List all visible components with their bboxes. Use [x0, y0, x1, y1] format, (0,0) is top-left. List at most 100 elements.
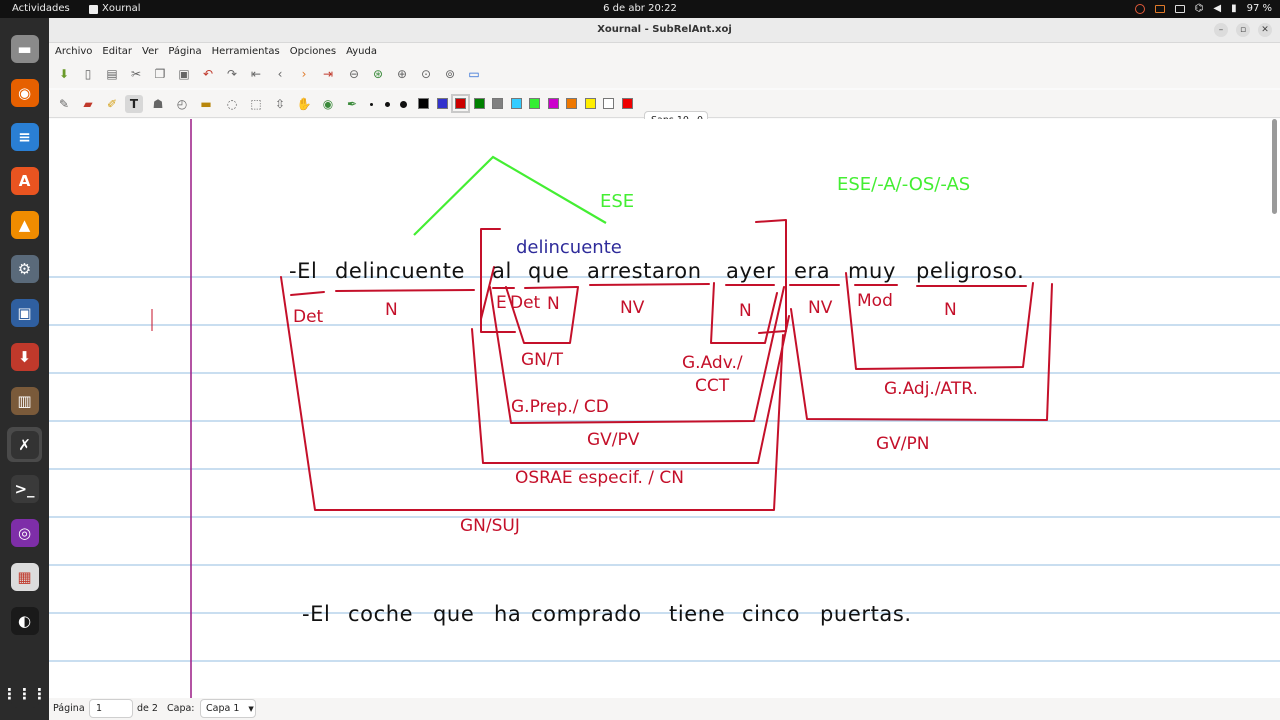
ruler-icon[interactable]: ▬ [197, 95, 215, 113]
layer-select[interactable]: Capa 1 ▼ [200, 699, 256, 718]
dock-item-podcast[interactable]: ◎ [7, 515, 42, 550]
det-label[interactable]: Det [293, 307, 324, 327]
dock-item-screenshot[interactable]: ▦ [7, 559, 42, 594]
copy-icon[interactable]: ❐ [151, 65, 169, 83]
vertical-space-icon[interactable]: ⇳ [271, 95, 289, 113]
system-tray[interactable]: ⌬ ◀ ▮ 97 % [1134, 3, 1272, 15]
menu-ayuda[interactable]: Ayuda [346, 43, 383, 60]
osrae-label[interactable]: OSRAE especif. / CN [515, 468, 684, 488]
page-drawing[interactable]: -El delincuente al que arrestaron ayer era muy p… [49, 119, 1280, 705]
shape-recognizer-icon[interactable]: ◴ [173, 95, 191, 113]
nv-label-2[interactable]: NV [808, 298, 833, 318]
default-pen-icon[interactable]: ✒ [343, 95, 361, 113]
gv-pv-label[interactable]: GV/PV [587, 430, 640, 450]
undo-icon[interactable]: ↶ [199, 65, 217, 83]
color-swatch[interactable] [492, 98, 503, 109]
zoom-width-icon[interactable]: ⊚ [441, 65, 459, 83]
color-swatch[interactable] [584, 98, 596, 109]
ese-forms-label[interactable]: ESE/-A/-OS/-AS [837, 174, 970, 195]
dock-item-tools[interactable]: ⚙ [7, 251, 42, 286]
nv-label-1[interactable]: NV [620, 298, 645, 318]
dock-item-firefox[interactable]: ◉ [7, 75, 42, 110]
next-page-icon[interactable]: › [295, 65, 313, 83]
menu-herramientas[interactable]: Herramientas [212, 43, 286, 60]
det-label-2[interactable]: Det [510, 293, 541, 313]
n-label-4[interactable]: N [944, 300, 957, 320]
dock-item-apps-grid[interactable]: ⋮⋮⋮ [2, 676, 47, 711]
dock-item-obs[interactable]: ◐ [7, 603, 42, 638]
delincuente-label[interactable]: delincuente [516, 237, 622, 258]
dock-item-xournal[interactable]: ✗ [7, 427, 42, 462]
eraser-icon[interactable]: ▰ [79, 95, 97, 113]
title-bar[interactable]: Xournal - SubRelAnt.xoj – ▫ ✕ [49, 18, 1280, 43]
hand-icon[interactable]: ✋ [295, 95, 313, 113]
color-swatch[interactable] [473, 98, 485, 109]
cct-label[interactable]: CCT [695, 376, 730, 396]
color-swatch[interactable] [566, 98, 577, 109]
color-swatch[interactable] [603, 98, 614, 109]
pen-icon[interactable]: ✎ [55, 95, 73, 113]
vertical-scrollbar[interactable] [1272, 119, 1277, 214]
minimize-button[interactable]: – [1214, 23, 1228, 37]
n-label-3[interactable]: N [739, 301, 752, 321]
maximize-button[interactable]: ▫ [1236, 23, 1250, 37]
thickness-fine[interactable] [370, 90, 373, 118]
print-icon[interactable]: ▤ [103, 65, 121, 83]
zoom-in-icon[interactable]: ⊕ [393, 65, 411, 83]
dock-item-terminal[interactable]: >_ [7, 471, 42, 506]
clock[interactable]: 6 de abr 20:22 [0, 3, 1280, 15]
menu-archivo[interactable]: Archivo [55, 43, 98, 60]
thickness-thick[interactable] [400, 90, 407, 118]
new-page-icon[interactable]: ▯ [79, 65, 97, 83]
menu-página[interactable]: Página [168, 43, 207, 60]
menu-editar[interactable]: Editar [102, 43, 138, 60]
zoom-100-icon[interactable]: ⊙ [417, 65, 435, 83]
first-page-icon[interactable]: ⇤ [247, 65, 265, 83]
zoom-out-icon[interactable]: ⊖ [345, 65, 363, 83]
ese-label[interactable]: ESE [600, 191, 634, 212]
prev-page-icon[interactable]: ‹ [271, 65, 289, 83]
gn-suj-label[interactable]: GN/SUJ [460, 516, 520, 536]
image-tool-icon[interactable]: ☗ [149, 95, 167, 113]
sentence-1[interactable]: -El delincuente al que arrestaron ayer era muy p… [289, 259, 1024, 283]
g-adj-label[interactable]: G.Adj./ATR. [884, 379, 978, 399]
dock-item-installer[interactable]: ⬇ [7, 339, 42, 374]
paste-icon[interactable]: ▣ [175, 65, 193, 83]
dock-item-library[interactable]: ▥ [7, 383, 42, 418]
rect-select-icon[interactable]: ⬚ [247, 95, 265, 113]
g-prep-label[interactable]: G.Prep./ CD [511, 397, 609, 417]
fullscreen-icon[interactable]: ▭ [465, 65, 483, 83]
gv-pn-label[interactable]: GV/PN [876, 434, 930, 454]
save-icon[interactable]: ⬇ [55, 65, 73, 83]
sentence-2[interactable]: -El coche que ha comprado tiene cinco puertas. [302, 602, 912, 626]
dock-item-writer[interactable]: ≡ [7, 119, 42, 154]
color-swatch[interactable] [621, 98, 633, 109]
last-page-icon[interactable]: ⇥ [319, 65, 337, 83]
text-tool-icon[interactable]: T [125, 95, 143, 113]
color-swatch[interactable] [547, 98, 559, 109]
menu-opciones[interactable]: Opciones [290, 43, 342, 60]
cut-icon[interactable]: ✂ [127, 65, 145, 83]
dock-item-files[interactable]: ▬ [7, 31, 42, 66]
mod-label[interactable]: Mod [857, 291, 893, 311]
color-swatch[interactable] [451, 94, 470, 113]
zoom-fit-icon[interactable]: ⊛ [369, 65, 387, 83]
color-swatch[interactable] [436, 98, 448, 109]
dock-item-vlc[interactable]: ▲ [7, 207, 42, 242]
lasso-icon[interactable]: ◌ [223, 95, 241, 113]
close-button[interactable]: ✕ [1258, 23, 1272, 37]
gn-t-label[interactable]: GN/T [521, 350, 564, 370]
redo-icon[interactable]: ↷ [223, 65, 241, 83]
menu-ver[interactable]: Ver [142, 43, 164, 60]
g-adv-label[interactable]: G.Adv./ [682, 353, 743, 373]
color-swatch[interactable] [510, 98, 522, 109]
thickness-medium[interactable] [385, 90, 390, 118]
dock-item-software[interactable]: A [7, 163, 42, 198]
n-label-1[interactable]: N [385, 300, 398, 320]
default-tool-icon[interactable]: ◉ [319, 95, 337, 113]
page-number-input[interactable]: 1 [89, 699, 133, 718]
n-label-2[interactable]: N [547, 294, 560, 314]
color-swatch[interactable] [529, 98, 540, 109]
e-label[interactable]: E [496, 293, 507, 313]
highlighter-icon[interactable]: ✐ [103, 95, 121, 113]
